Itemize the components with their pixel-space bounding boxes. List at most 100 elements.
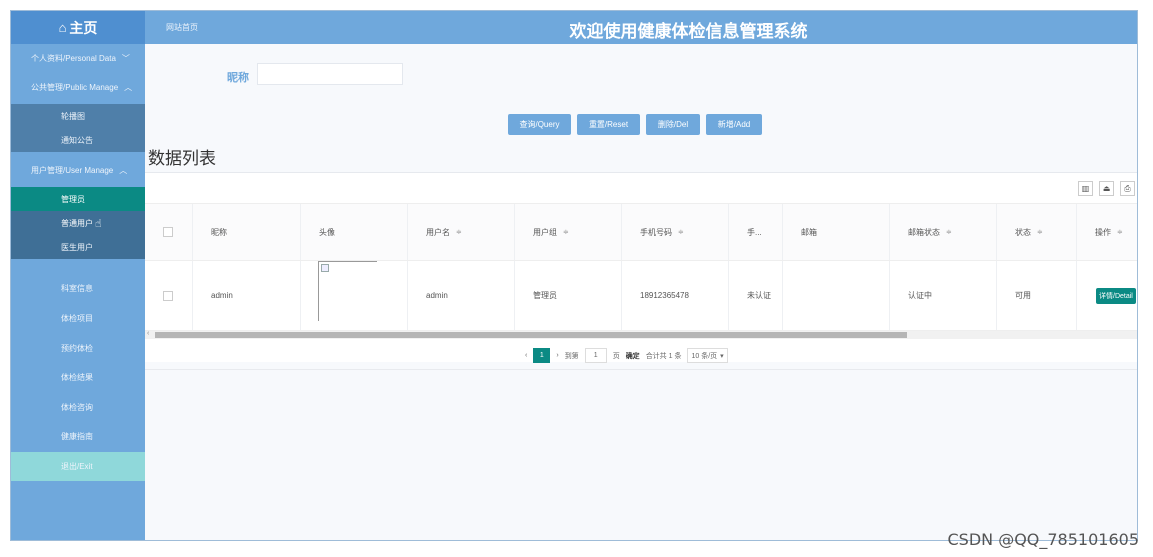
home-link[interactable]: ⌂ 主页: [11, 11, 145, 44]
column-header[interactable]: 用户组 ≑: [515, 204, 622, 260]
column-header[interactable]: 用户名 ≑: [408, 204, 515, 260]
sort-icon[interactable]: ≑: [563, 228, 569, 236]
sidebar-item-label: 预约体检: [61, 344, 93, 353]
sidebar-item-carousel[interactable]: 轮播图: [11, 104, 145, 128]
sort-icon[interactable]: ≑: [678, 228, 684, 236]
columns-icon[interactable]: ▥: [1078, 181, 1093, 196]
sidebar-item-notice[interactable]: 通知公告: [11, 128, 145, 152]
sidebar-group-personal-data[interactable]: 个人资料/Personal Data ﹀: [11, 44, 145, 73]
scrollbar-thumb[interactable]: [155, 332, 907, 338]
cell-username: admin: [408, 261, 515, 330]
print-icon[interactable]: ⎙: [1120, 181, 1135, 196]
cell-avatar: [301, 261, 408, 330]
avatar: [318, 261, 377, 321]
cell-phone: 18912365478: [622, 261, 729, 330]
sidebar-item-consultation[interactable]: 体检咨询: [11, 393, 145, 422]
sort-icon[interactable]: ≑: [456, 228, 462, 236]
page-size-select[interactable]: 10 条/页 ▾: [687, 348, 728, 363]
detail-button[interactable]: 详情/Detail: [1096, 287, 1136, 304]
horizontal-scrollbar[interactable]: ‹: [145, 330, 1137, 339]
page-size-value: 10 条/页: [691, 352, 718, 360]
sidebar-item-label: 科室信息: [61, 284, 93, 293]
column-header[interactable]: 手机号码 ≑: [622, 204, 729, 260]
sidebar-group-label: 个人资料/Personal Data: [31, 54, 116, 63]
list-title: 数据列表: [148, 149, 216, 168]
goto-label: 到第: [564, 352, 579, 360]
goto-page-input[interactable]: 1: [584, 348, 607, 363]
home-label: 主页: [69, 19, 98, 36]
column-header-label: 头像: [319, 227, 335, 237]
column-header-label: 手机号码: [640, 227, 672, 237]
cell-email-status: 认证中: [890, 261, 997, 330]
search-label: 昵称: [227, 72, 249, 84]
sidebar-item-label: 普通用户: [61, 218, 93, 228]
table-row: admin admin 管理员 18912365478 未认证 认证中 可用 详…: [145, 261, 1137, 331]
column-header-label: 昵称: [211, 227, 227, 237]
sort-icon[interactable]: ≑: [1117, 228, 1123, 236]
column-header-label: 用户名: [426, 227, 450, 237]
sidebar-group-user-manage[interactable]: 用户管理/User Manage ︿: [11, 156, 145, 185]
sidebar-item-label: 体检咨询: [61, 403, 93, 412]
sidebar-group-public-manage[interactable]: 公共管理/Public Manage ︿: [11, 73, 145, 102]
sort-icon[interactable]: ≑: [946, 228, 952, 236]
sidebar-item-label: 医生用户: [61, 242, 93, 252]
export-icon[interactable]: ⏏: [1099, 181, 1114, 196]
chevron-down-icon: ﹀: [121, 54, 130, 63]
total-count: 合计共 1 条: [645, 352, 682, 360]
column-header[interactable]: 操作 ≑: [1077, 204, 1137, 260]
column-header-label: 手...: [747, 227, 762, 237]
sidebar-item-label: 体检项目: [61, 314, 93, 323]
watermark: CSDN @QQ_785101605: [947, 530, 1139, 549]
sidebar-item-doctor-user[interactable]: 医生用户: [11, 235, 145, 259]
broken-image-icon: [321, 264, 329, 272]
sidebar-group-label: 用户管理/User Manage: [31, 166, 114, 175]
sidebar-item-label: 退出/Exit: [61, 462, 93, 471]
query-button[interactable]: 查询/Query: [508, 114, 571, 135]
column-header: 手...: [729, 204, 783, 260]
next-page-icon[interactable]: ›: [556, 352, 558, 359]
hand-cursor-icon: ☝: [95, 217, 102, 230]
chevron-up-icon: ︿: [124, 83, 133, 92]
sidebar: 个人资料/Personal Data ﹀ 公共管理/Public Manage …: [11, 44, 145, 540]
select-all-checkbox[interactable]: [163, 227, 173, 237]
sidebar-item-exam-items[interactable]: 体检项目: [11, 304, 145, 333]
breadcrumb[interactable]: 网站首页: [166, 22, 198, 33]
prev-page-icon[interactable]: ‹: [525, 352, 527, 359]
sidebar-item-appointment[interactable]: 预约体检: [11, 334, 145, 363]
column-header: 邮箱: [783, 204, 890, 260]
confirm-button[interactable]: 确定: [626, 351, 640, 361]
column-header[interactable]: 状态 ≑: [997, 204, 1077, 260]
sidebar-item-label: 管理员: [61, 194, 85, 204]
system-title: 欢迎使用健康体检信息管理系统: [569, 22, 808, 41]
sidebar-group-label: 公共管理/Public Manage: [31, 83, 119, 92]
page-suffix: 页: [612, 352, 620, 360]
column-header[interactable]: 邮箱状态 ≑: [890, 204, 997, 260]
sort-icon[interactable]: ≑: [1037, 228, 1043, 236]
sidebar-item-exit[interactable]: 退出/Exit: [11, 452, 145, 481]
sidebar-item-department[interactable]: 科室信息: [11, 274, 145, 303]
sidebar-item-health-guide[interactable]: 健康指南: [11, 422, 145, 451]
column-header-label: 用户组: [533, 227, 557, 237]
top-header: ⌂ 主页 网站首页 欢迎使用健康体检信息管理系统: [11, 11, 1137, 44]
home-icon: ⌂: [58, 20, 67, 35]
chevron-up-icon: ︿: [119, 166, 128, 175]
sidebar-item-admin[interactable]: 管理员: [11, 187, 145, 211]
row-checkbox[interactable]: [163, 290, 173, 301]
sidebar-item-label: 轮播图: [61, 111, 85, 121]
divider: [145, 369, 1137, 370]
sidebar-item-normal-user[interactable]: 普通用户 ☝: [11, 211, 145, 235]
chevron-down-icon: ▾: [720, 352, 724, 360]
add-button[interactable]: 新增/Add: [706, 114, 762, 135]
column-header-label: 操作: [1095, 227, 1111, 237]
cell-group: 管理员: [515, 261, 622, 330]
nickname-search-input[interactable]: [257, 63, 403, 85]
pagination: ‹ 1 › 到第 1 页 确定 合计共 1 条 10 条/页 ▾: [525, 348, 728, 363]
delete-button[interactable]: 删除/Del: [646, 114, 700, 135]
scroll-left-icon[interactable]: ‹: [147, 330, 149, 337]
app-window: ⌂ 主页 网站首页 欢迎使用健康体检信息管理系统 个人资料/Personal D…: [10, 10, 1138, 541]
sidebar-item-exam-results[interactable]: 体检结果: [11, 363, 145, 392]
select-all-cell: [145, 204, 193, 260]
reset-button[interactable]: 重置/Reset: [577, 114, 640, 135]
current-page[interactable]: 1: [533, 348, 551, 363]
cell-status: 可用: [997, 261, 1077, 330]
